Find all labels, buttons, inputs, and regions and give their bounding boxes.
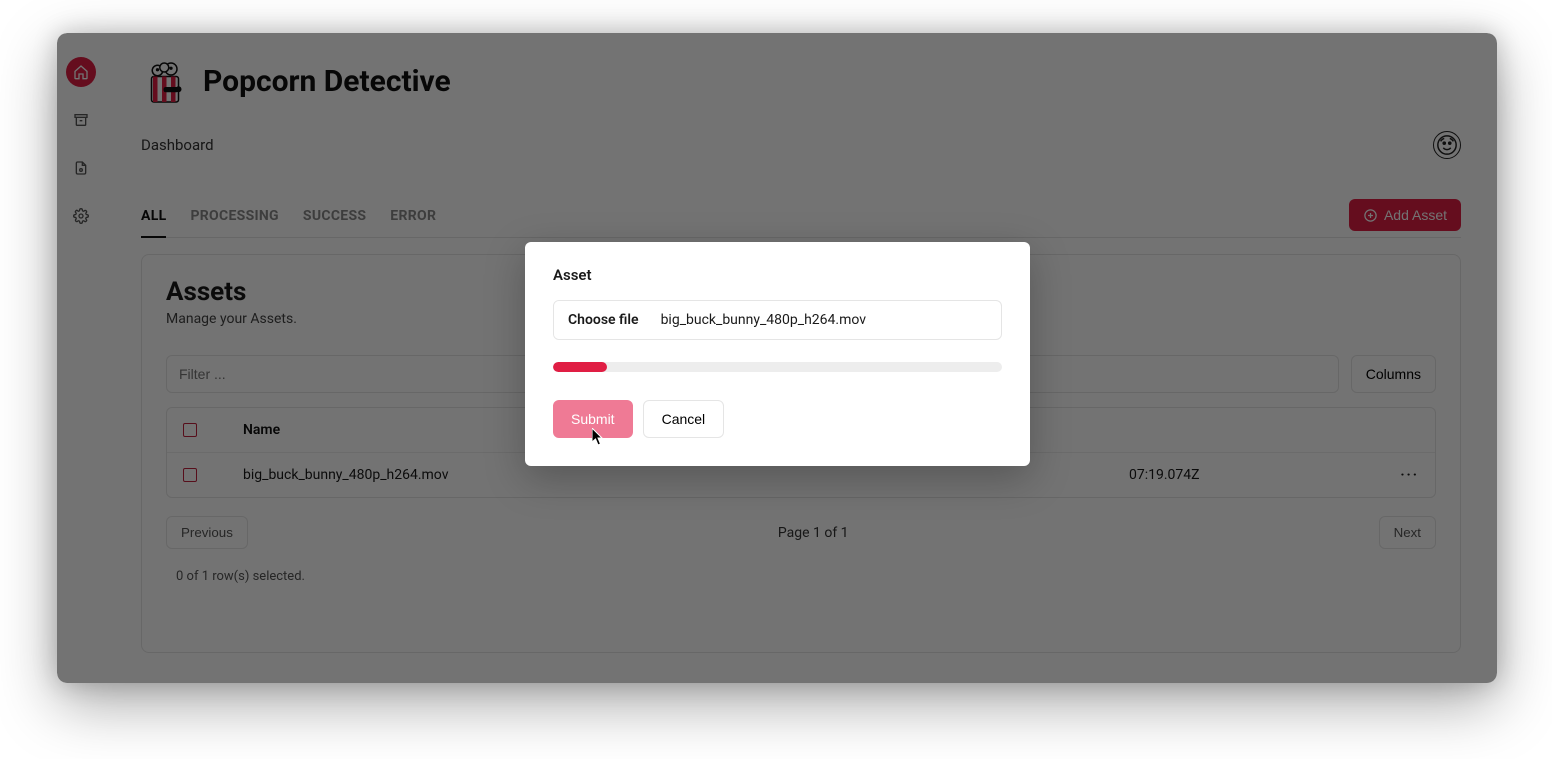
upload-asset-modal: Asset Choose file big_buck_bunny_480p_h2… bbox=[525, 242, 1030, 466]
selected-filename: big_buck_bunny_480p_h264.mov bbox=[653, 312, 866, 328]
modal-title: Asset bbox=[553, 266, 1002, 284]
submit-button[interactable]: Submit bbox=[553, 400, 633, 438]
upload-progress bbox=[553, 362, 1002, 372]
file-input[interactable]: Choose file big_buck_bunny_480p_h264.mov bbox=[553, 300, 1002, 340]
choose-file-button[interactable]: Choose file bbox=[554, 301, 653, 339]
upload-progress-fill bbox=[553, 362, 607, 372]
cancel-button[interactable]: Cancel bbox=[643, 400, 725, 438]
